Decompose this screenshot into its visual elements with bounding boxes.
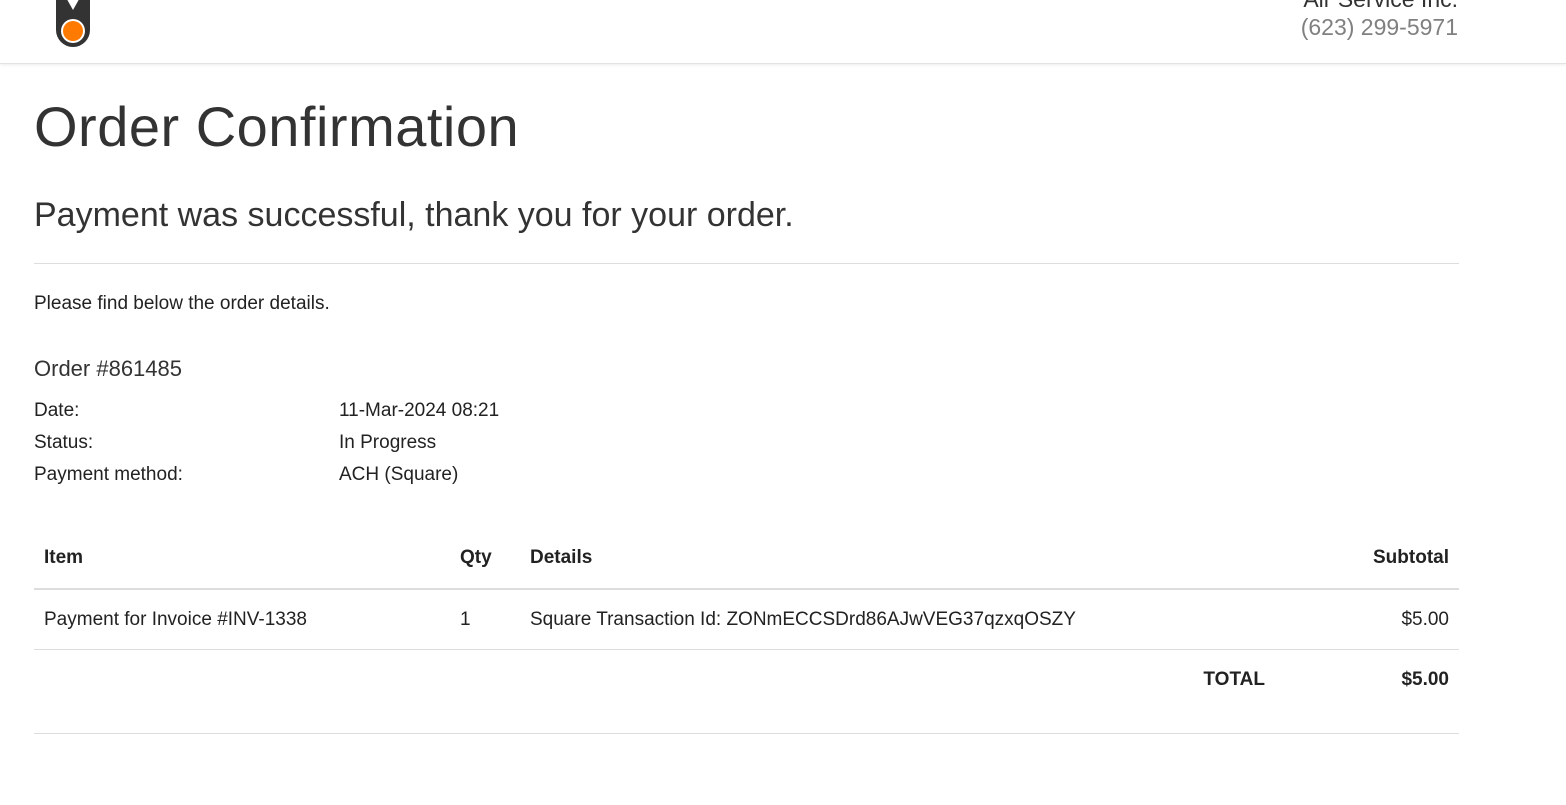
column-header-qty: Qty [450, 528, 520, 590]
page-title: Order Confirmation [34, 95, 520, 158]
total-spacer-1 [34, 650, 450, 710]
bottom-divider [34, 733, 1459, 734]
order-status-row: Status: In Progress [34, 432, 734, 458]
order-date-value: 11-Mar-2024 08:21 [339, 400, 500, 421]
total-value: $5.00 [1401, 668, 1449, 690]
table-row: Payment for Invoice #INV-1338 1 Square T… [34, 589, 1459, 650]
section-divider [34, 263, 1459, 264]
payment-method-row: Payment method: ACH (Square) [34, 464, 734, 490]
table-header-row: Item Qty Details Subtotal [34, 528, 1459, 590]
row-qty: 1 [450, 589, 520, 650]
top-header: Air Service Inc. (623) 299-5971 [0, 0, 1566, 64]
column-header-subtotal: Subtotal [1319, 528, 1459, 590]
order-status-value: In Progress [339, 432, 437, 453]
row-details: Square Transaction Id: ZONmECCSDrd86AJwV… [520, 589, 1319, 650]
row-item: Payment for Invoice #INV-1338 [34, 589, 450, 650]
payment-method-value: ACH (Square) [339, 464, 459, 485]
order-number-heading: Order #861485 [34, 356, 182, 381]
column-header-details: Details [520, 528, 1319, 590]
order-date-row: Date: 11-Mar-2024 08:21 [34, 400, 734, 426]
order-date-label: Date: [34, 400, 80, 421]
payment-method-label: Payment method: [34, 464, 183, 485]
total-label: TOTAL [1203, 668, 1265, 690]
company-phone[interactable]: (623) 299-5971 [1301, 14, 1458, 41]
company-name: Air Service Inc. [1303, 0, 1458, 13]
order-status-label: Status: [34, 432, 94, 453]
column-header-item: Item [34, 528, 450, 590]
order-items-table: Item Qty Details Subtotal Payment for In… [34, 528, 1459, 709]
row-subtotal: $5.00 [1319, 589, 1459, 650]
payment-success-message: Payment was successful, thank you for yo… [34, 196, 794, 234]
company-logo-icon[interactable] [48, 0, 98, 52]
total-row: TOTAL $5.00 [34, 650, 1459, 710]
total-spacer-2 [450, 650, 520, 710]
order-intro-text: Please find below the order details. [34, 293, 330, 314]
